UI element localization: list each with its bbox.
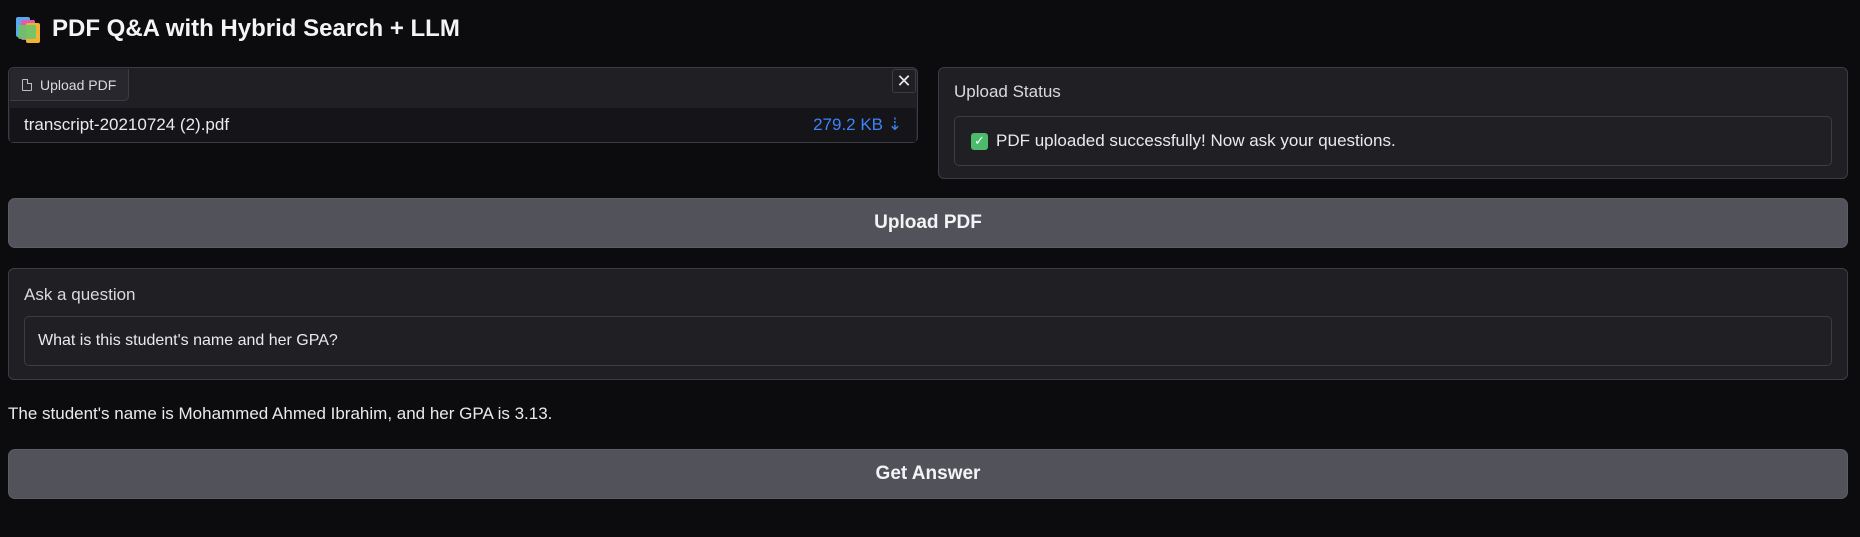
- checkmark-icon: ✓: [971, 132, 988, 150]
- upload-status-textbox[interactable]: ✓ PDF uploaded successfully! Now ask you…: [954, 116, 1832, 166]
- get-answer-button[interactable]: Get Answer: [8, 449, 1848, 499]
- question-panel: Ask a question What is this student's na…: [8, 268, 1848, 380]
- pdf-file-upload[interactable]: Upload PDF ✕ transcript-20210724 (2).pdf…: [8, 67, 918, 143]
- page-title-bar: PDF Q&A with Hybrid Search + LLM: [14, 12, 460, 46]
- upload-status-panel: Upload Status ✓ PDF uploaded successfull…: [938, 67, 1848, 179]
- upload-status-label: Upload Status: [954, 82, 1061, 101]
- page-title: PDF Q&A with Hybrid Search + LLM: [52, 15, 460, 42]
- file-icon: [22, 78, 32, 91]
- question-label: Ask a question: [24, 285, 136, 304]
- books-icon: [14, 15, 42, 43]
- question-input[interactable]: What is this student's name and her GPA?: [24, 316, 1832, 366]
- upload-pdf-tab: Upload PDF: [10, 69, 130, 101]
- upload-pdf-button[interactable]: Upload PDF: [8, 198, 1848, 248]
- upload-status-message: PDF uploaded successfully! Now ask your …: [996, 131, 1396, 150]
- file-size-download-link[interactable]: 279.2 KB ⇣: [813, 115, 902, 135]
- close-icon[interactable]: ✕: [892, 69, 916, 93]
- answer-text: The student's name is Mohammed Ahmed Ibr…: [8, 404, 553, 423]
- upload-pdf-tab-label: Upload PDF: [40, 76, 117, 93]
- uploaded-file-row[interactable]: transcript-20210724 (2).pdf 279.2 KB ⇣: [10, 108, 916, 142]
- file-name: transcript-20210724 (2).pdf: [24, 115, 230, 134]
